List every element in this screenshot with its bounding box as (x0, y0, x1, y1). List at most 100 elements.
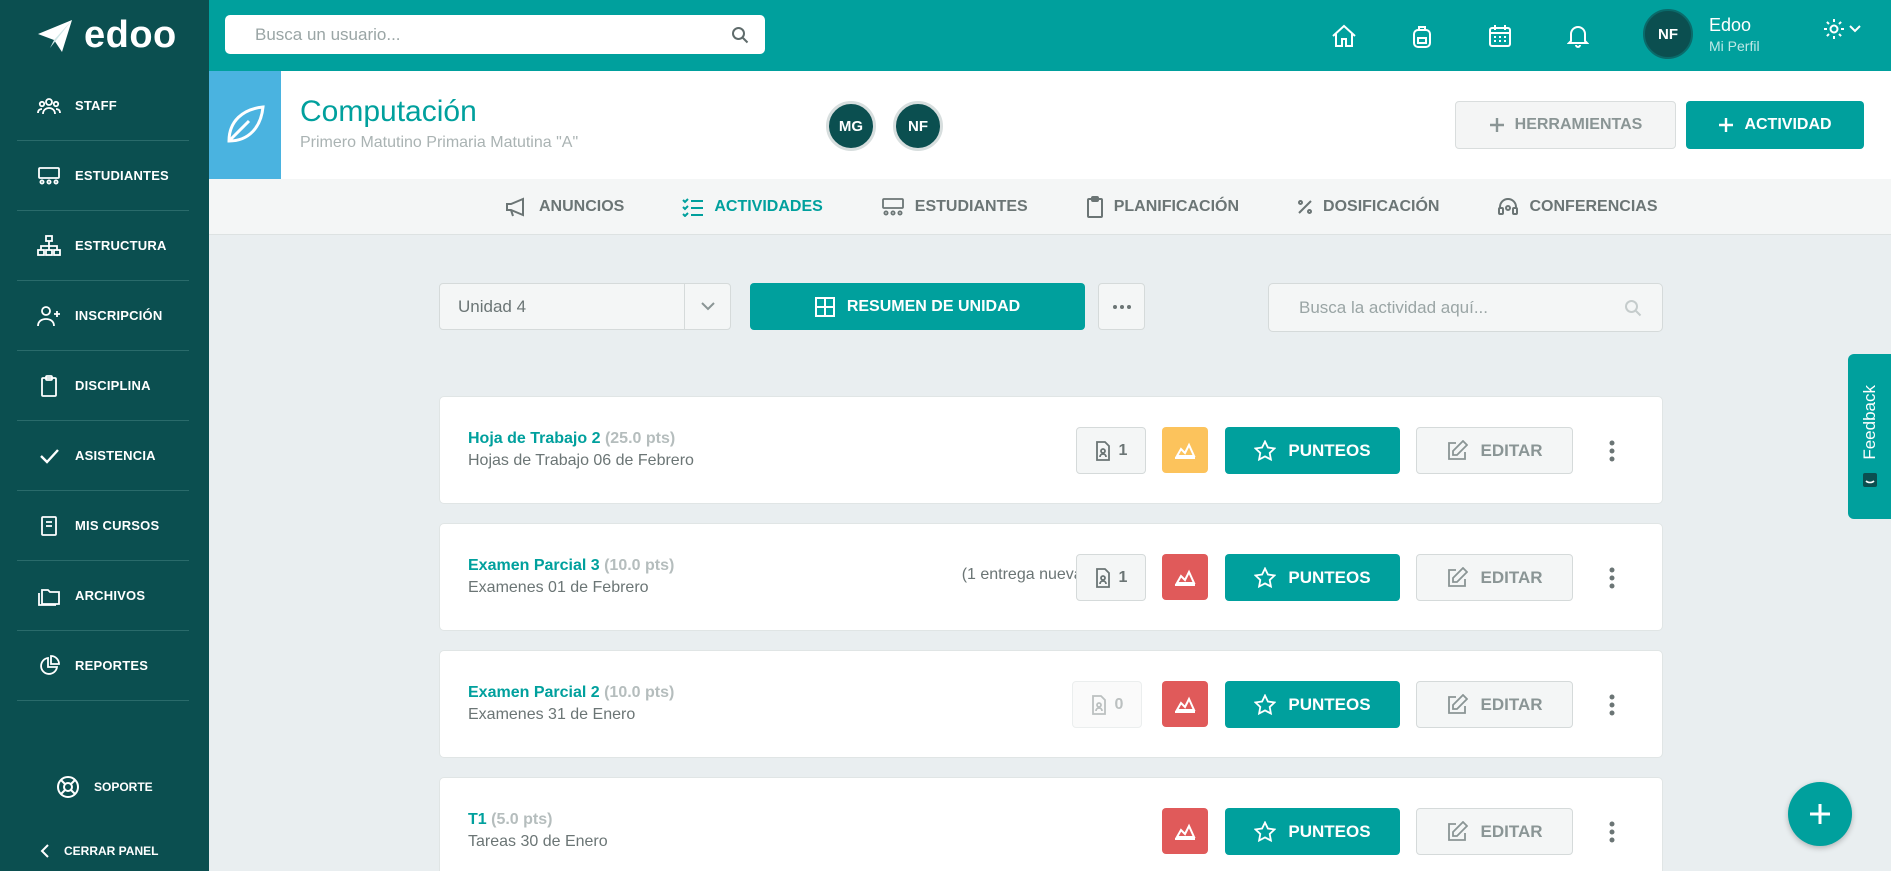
students-icon (37, 164, 61, 188)
sidebar-item-asistencia[interactable]: ASISTENCIA (17, 421, 189, 491)
support-button[interactable]: SOPORTE (0, 767, 209, 807)
sidebar-item-label: ESTRUCTURA (75, 238, 167, 253)
tab-anuncios[interactable]: ANUNCIOS (505, 197, 624, 217)
scores-button[interactable]: PUNTEOS (1225, 808, 1400, 855)
floating-add-button[interactable] (1788, 782, 1852, 846)
unit-select[interactable]: Unidad 4 (439, 283, 731, 330)
member-avatar[interactable]: NF (893, 101, 943, 151)
sidebar-item-label: ESTUDIANTES (75, 168, 169, 183)
unit-summary-label: RESUMEN DE UNIDAD (846, 297, 1021, 315)
tab-conferencias[interactable]: CONFERENCIAS (1497, 196, 1658, 218)
chart-button[interactable] (1162, 554, 1208, 600)
sidebar-footer: SOPORTE CERRAR PANEL (0, 767, 209, 871)
edit-button[interactable]: EDITAR (1416, 427, 1573, 474)
activity-title[interactable]: Examen Parcial 3 (10.0 pts) (468, 557, 674, 575)
folders-icon (37, 584, 61, 608)
backpack-icon[interactable] (1404, 18, 1439, 53)
paper-plane-icon (38, 19, 72, 52)
scores-label: PUNTEOS (1288, 694, 1371, 714)
chart-button[interactable] (1162, 808, 1208, 854)
submissions-button[interactable]: 1 (1076, 554, 1146, 601)
area-chart-icon (1175, 696, 1196, 713)
tab-label: ACTIVIDADES (714, 197, 823, 215)
brand-logo[interactable]: edoo (0, 0, 209, 71)
chart-button[interactable] (1162, 681, 1208, 727)
calendar-icon[interactable] (1482, 18, 1517, 53)
sidebar-item-disciplina[interactable]: DISCIPLINA (17, 351, 189, 421)
sidebar-item-mis-cursos[interactable]: MIS CURSOS (17, 491, 189, 561)
percent-icon (1298, 199, 1313, 214)
more-options-button[interactable] (1098, 283, 1145, 330)
activity-subtitle: Examenes 31 de Enero (468, 706, 636, 723)
activity-title[interactable]: Hoja de Trabajo 2 (25.0 pts) (468, 430, 675, 448)
submissions-button[interactable]: 1 (1076, 427, 1146, 474)
plus-icon (1810, 804, 1830, 824)
tools-button[interactable]: HERRAMIENTAS (1455, 101, 1676, 149)
sidebar-item-estudiantes[interactable]: ESTUDIANTES (17, 141, 189, 211)
tab-estudiantes[interactable]: ESTUDIANTES (881, 197, 1028, 217)
edit-icon (1448, 566, 1469, 587)
settings-menu[interactable] (1823, 18, 1861, 40)
tab-label: ANUNCIOS (539, 197, 625, 215)
feedback-tab[interactable]: Feedback (1848, 354, 1891, 519)
add-activity-button[interactable]: ACTIVIDAD (1686, 101, 1864, 149)
area-chart-icon (1175, 823, 1196, 840)
file-icon (1095, 567, 1110, 588)
scores-button[interactable]: PUNTEOS (1225, 554, 1400, 601)
kebab-menu-icon[interactable] (1600, 808, 1624, 855)
hierarchy-icon (37, 234, 61, 258)
activity-title[interactable]: Examen Parcial 2 (10.0 pts) (468, 684, 674, 702)
unit-summary-button[interactable]: RESUMEN DE UNIDAD (750, 283, 1085, 330)
tab-actividades[interactable]: ACTIVIDADES (682, 197, 823, 217)
profile-menu[interactable]: NF Edoo Mi Perfil (1643, 9, 1760, 59)
close-panel-button[interactable]: CERRAR PANEL (0, 831, 209, 871)
edit-button[interactable]: EDITAR (1416, 554, 1573, 601)
activity-search-input[interactable] (1299, 297, 1624, 318)
scores-button[interactable]: PUNTEOS (1225, 427, 1400, 474)
sidebar-item-reportes[interactable]: REPORTES (17, 631, 189, 701)
submissions-button: 0 (1072, 681, 1142, 728)
star-icon (1254, 693, 1277, 715)
sidebar-item-label: ASISTENCIA (75, 448, 156, 463)
area-chart-icon (1175, 442, 1196, 459)
kebab-menu-icon[interactable] (1600, 554, 1624, 601)
search-icon[interactable] (1624, 299, 1642, 317)
check-icon (37, 444, 61, 468)
edit-button[interactable]: EDITAR (1416, 681, 1573, 728)
sidebar-item-inscripcion[interactable]: INSCRIPCIÓN (17, 281, 189, 351)
search-icon[interactable] (731, 26, 749, 44)
user-search-input[interactable] (255, 24, 731, 45)
star-icon (1254, 820, 1277, 842)
tab-label: DOSIFICACIÓN (1323, 197, 1440, 215)
kebab-menu-icon[interactable] (1600, 681, 1624, 728)
file-icon (1095, 440, 1110, 461)
kebab-menu-icon[interactable] (1600, 427, 1624, 474)
bell-icon[interactable] (1560, 18, 1595, 53)
top-icons (1326, 0, 1595, 71)
headset-icon (1498, 197, 1519, 215)
students-icon (881, 197, 904, 215)
profile-subtitle: Mi Perfil (1709, 37, 1760, 54)
sidebar-item-archivos[interactable]: ARCHIVOS (17, 561, 189, 631)
sidebar-item-estructura[interactable]: ESTRUCTURA (17, 211, 189, 281)
feedback-icon (1862, 472, 1877, 487)
member-avatar[interactable]: MG (826, 101, 876, 151)
tab-dosificacion[interactable]: DOSIFICACIÓN (1297, 198, 1439, 216)
activity-title[interactable]: T1 (5.0 pts) (468, 811, 552, 829)
home-icon[interactable] (1326, 18, 1361, 53)
activity-card: Examen Parcial 3 (10.0 pts) Examenes 01 … (439, 523, 1663, 631)
activity-points: (10.0 pts) (604, 684, 675, 701)
chevron-down-icon (684, 284, 730, 329)
edit-button[interactable]: EDITAR (1416, 808, 1573, 855)
star-icon (1254, 566, 1277, 588)
sidebar-item-staff[interactable]: STAFF (17, 71, 189, 141)
sidebar: edoo STAFF ESTUDIANTES ESTRUCTURA INSCRI… (0, 0, 209, 871)
gear-icon (1824, 19, 1844, 39)
profile-text: Edoo Mi Perfil (1709, 15, 1760, 54)
tab-label: PLANIFICACIÓN (1113, 197, 1240, 215)
tab-planificacion[interactable]: PLANIFICACIÓN (1086, 195, 1240, 218)
scores-button[interactable]: PUNTEOS (1225, 681, 1400, 728)
course-header: Computación Primero Matutino Primaria Ma… (209, 71, 1891, 179)
chart-button[interactable] (1162, 427, 1208, 473)
lifebuoy-icon (57, 776, 79, 798)
